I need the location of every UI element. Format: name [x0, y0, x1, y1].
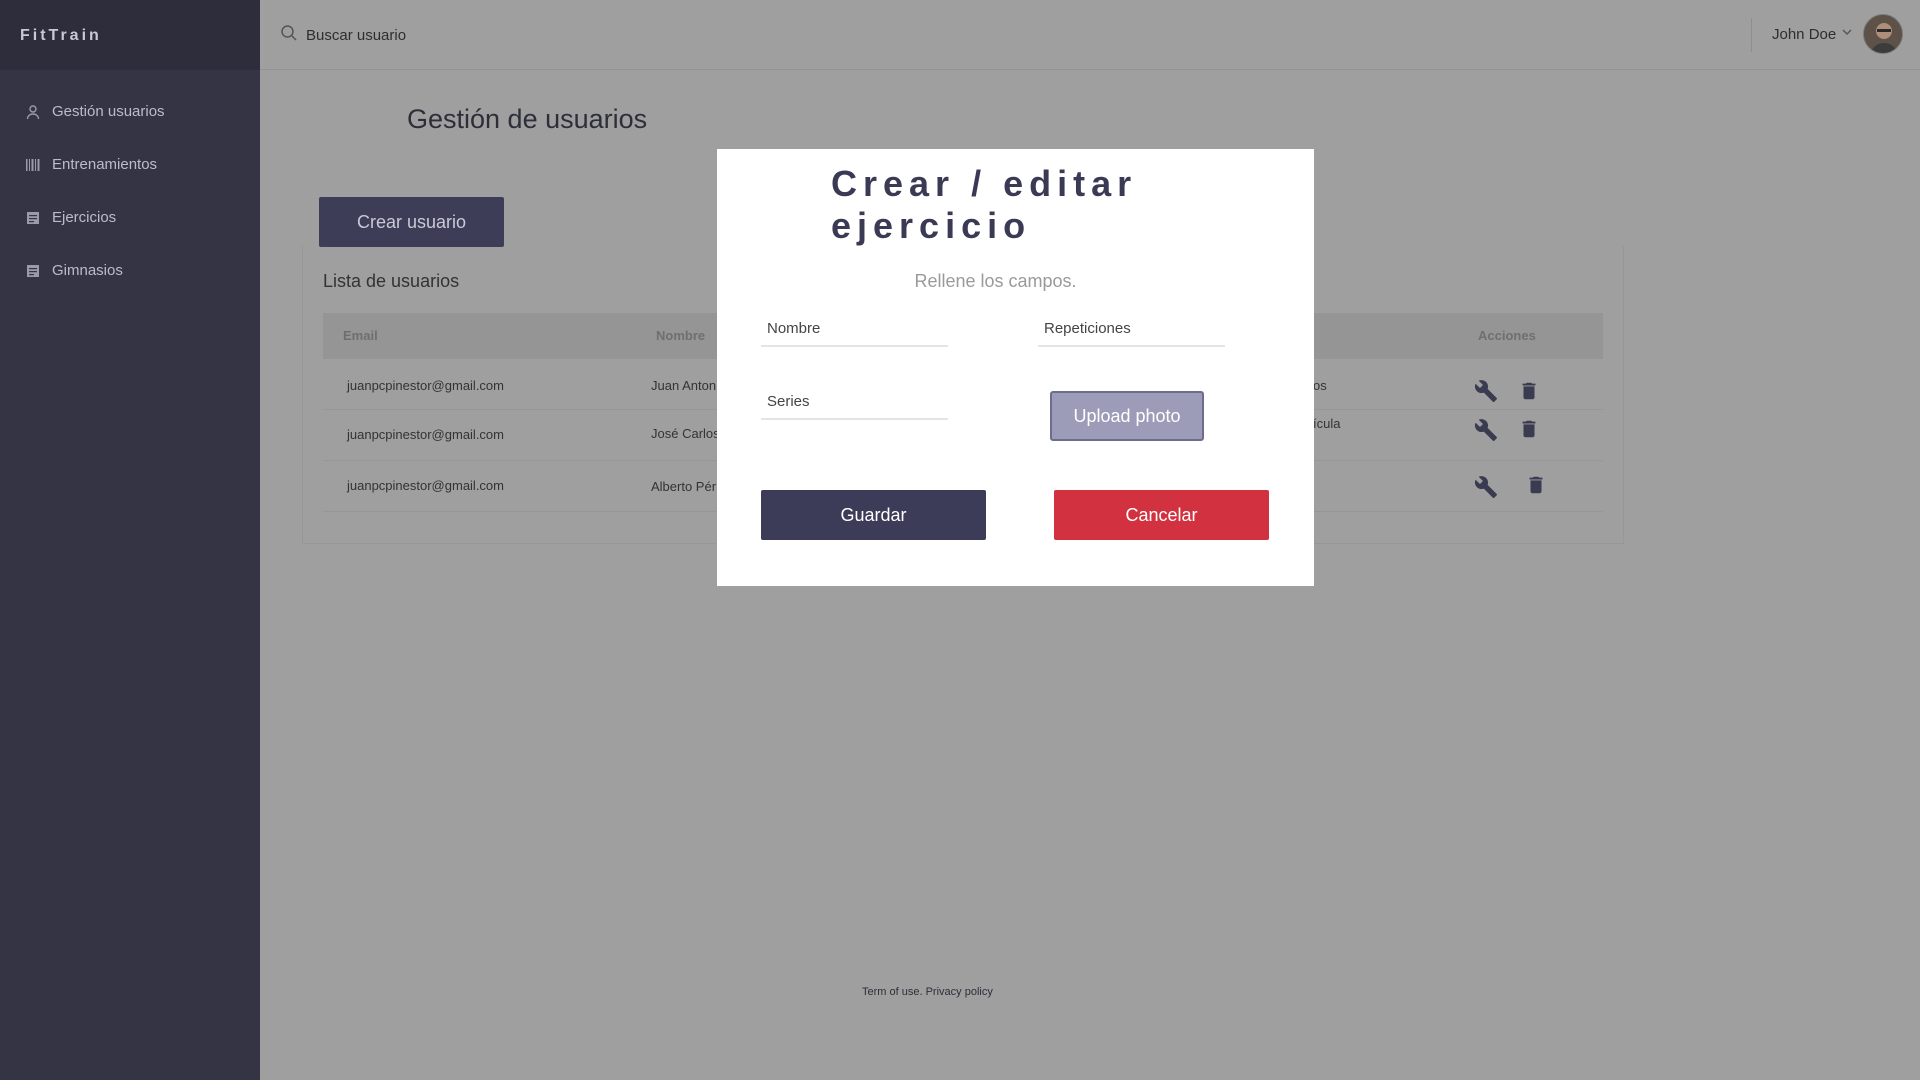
brand-logo: FitTrain: [0, 0, 260, 70]
topbar: John Doe: [260, 0, 1920, 70]
upload-photo-button[interactable]: Upload photo: [1050, 391, 1204, 441]
search-input[interactable]: [306, 27, 606, 44]
sidebar-item-label: Entrenamientos: [52, 156, 158, 173]
page-title: Gestión de usuarios: [407, 104, 648, 134]
row-name: Alberto Pér: [651, 479, 717, 494]
topbar-divider: [1751, 18, 1752, 52]
modal-subtitle-text: Rellene los campos.: [914, 271, 1077, 291]
user-menu[interactable]: John Doe: [1772, 14, 1904, 54]
row-extra: ícula: [1313, 416, 1341, 431]
terms-link[interactable]: Term of use.: [862, 986, 923, 998]
search-icon: [280, 24, 306, 47]
sidebar-item-gimnasios[interactable]: Gimnasios: [0, 244, 260, 297]
user-name: John Doe: [1772, 25, 1837, 43]
wrench-icon[interactable]: [1474, 475, 1497, 498]
column-header-email: Email: [343, 328, 378, 343]
sidebar-item-entrenamientos[interactable]: Entrenamientos: [0, 138, 260, 191]
footer: Term of use. Privacy policy: [862, 986, 993, 998]
nombre-field[interactable]: [761, 311, 948, 347]
create-user-button[interactable]: Crear usuario: [319, 197, 504, 247]
trash-icon[interactable]: [1525, 474, 1547, 496]
sidebar-item-ejercicios[interactable]: Ejercicios: [0, 191, 260, 244]
avatar[interactable]: [1863, 14, 1904, 54]
wrench-icon[interactable]: [1474, 379, 1497, 402]
column-header-nombre: Nombre: [656, 328, 706, 343]
barcode-icon: [25, 157, 41, 173]
row-email: juanpcpinestor@gmail.com: [347, 378, 504, 393]
modal-subtitle: Rellene los campos.: [717, 271, 1314, 292]
sidebar-nav: Gestión usuarios Entrenamientos Ejercici…: [0, 85, 260, 297]
repeticiones-field[interactable]: [1038, 311, 1225, 347]
list-icon: [25, 210, 41, 226]
user-icon: [25, 104, 41, 120]
users-list-title: Lista de usuarios: [323, 271, 460, 291]
sidebar: FitTrain Gestión usuarios Entrenamientos…: [0, 0, 260, 1080]
row-name: José Carlos: [651, 426, 720, 441]
trash-icon[interactable]: [1518, 380, 1540, 402]
row-name: Juan Anton: [651, 378, 717, 393]
save-button[interactable]: Guardar: [761, 490, 986, 540]
privacy-link[interactable]: Privacy policy: [926, 986, 993, 998]
sidebar-item-gestion-usuarios[interactable]: Gestión usuarios: [0, 85, 260, 138]
cancel-button[interactable]: Cancelar: [1054, 490, 1269, 540]
sidebar-item-label: Ejercicios: [52, 209, 117, 226]
wrench-icon[interactable]: [1474, 418, 1497, 441]
row-email: juanpcpinestor@gmail.com: [347, 427, 504, 442]
chevron-down-icon: [1836, 25, 1853, 43]
modal-title: Crear / editar ejercicio: [831, 163, 1138, 246]
series-field[interactable]: [761, 384, 948, 420]
search-bar: [280, 24, 606, 47]
exercise-modal: Crear / editar ejercicio Rellene los cam…: [717, 149, 1314, 586]
row-extra: os: [1313, 378, 1327, 393]
column-header-acciones: Acciones: [1478, 328, 1536, 343]
list-icon: [25, 263, 41, 279]
sidebar-item-label: Gimnasios: [52, 262, 123, 279]
sidebar-item-label: Gestión usuarios: [52, 103, 165, 120]
trash-icon[interactable]: [1518, 418, 1540, 440]
row-email: juanpcpinestor@gmail.com: [347, 478, 504, 493]
